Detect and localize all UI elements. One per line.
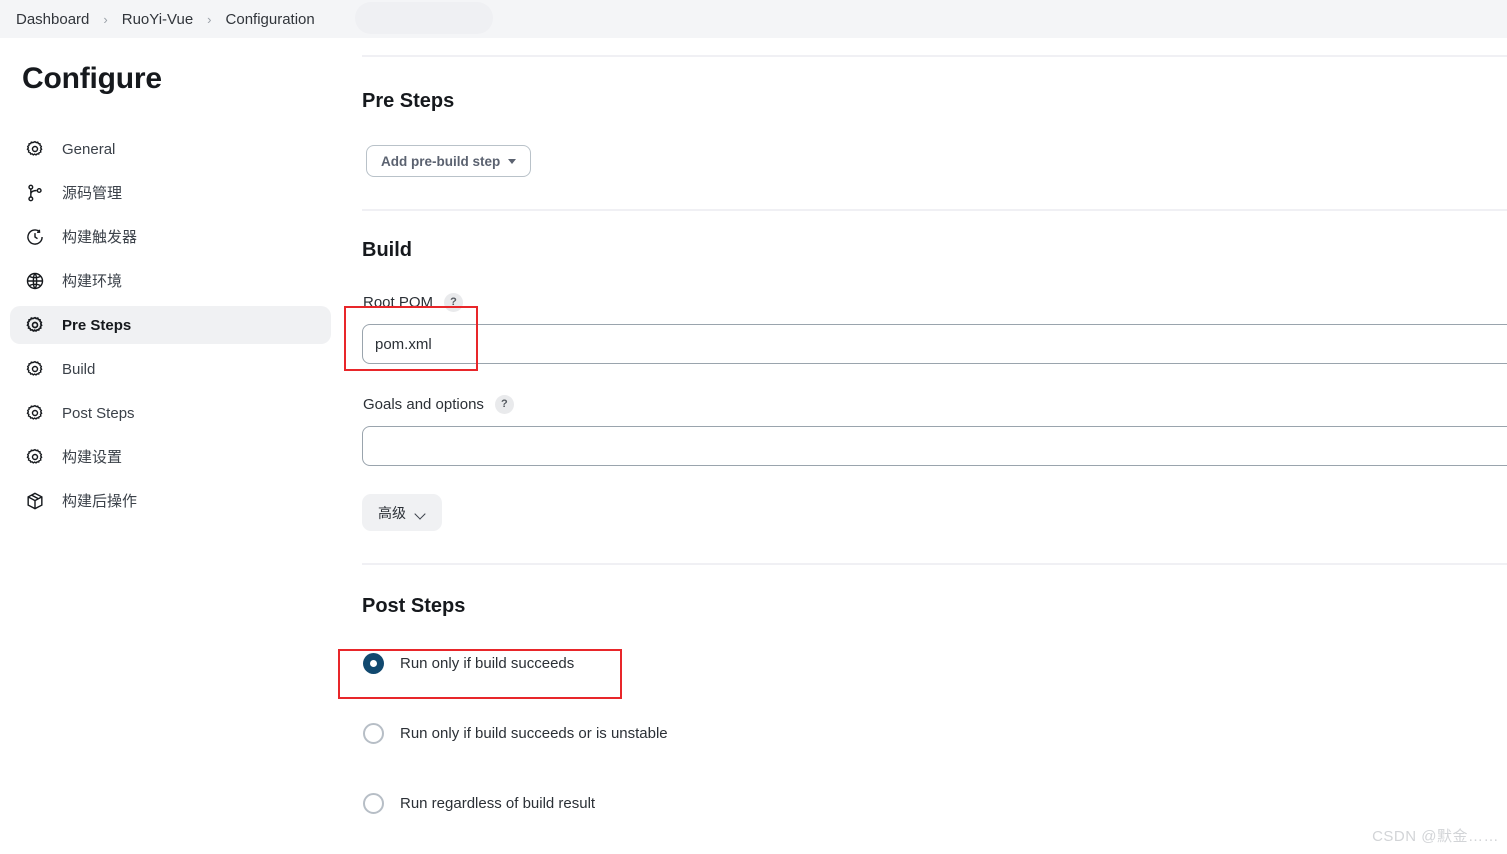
- sidebar-item-general[interactable]: General: [10, 130, 331, 168]
- add-pre-build-step-label: Add pre-build step: [381, 153, 501, 169]
- page-title: Configure: [22, 62, 162, 95]
- sidebar-item-label: 构建环境: [62, 272, 123, 290]
- radio-label: Run only if build succeeds or is unstabl…: [400, 725, 668, 742]
- help-icon[interactable]: ?: [494, 395, 514, 414]
- gear-icon: [24, 358, 46, 380]
- sidebar-nav: General 源码管理 构建触发器 构建环境 Pre Steps Build …: [0, 130, 345, 526]
- main-content: Pre Steps Add pre-build step Build Root …: [345, 38, 1507, 854]
- sidebar-item-build[interactable]: Build: [10, 350, 331, 388]
- sidebar-item-post-steps[interactable]: Post Steps: [10, 394, 331, 432]
- sidebar-item-label: 源码管理: [62, 184, 123, 202]
- sidebar-item-label: 构建后操作: [62, 492, 138, 510]
- sidebar-item-label: 构建触发器: [62, 228, 138, 246]
- sidebar-item-build-environment[interactable]: 构建环境: [10, 262, 331, 300]
- divider-build: [362, 209, 1507, 211]
- branch-icon: [24, 182, 46, 204]
- header-ghost-element: [355, 2, 493, 34]
- root-pom-label-row: Root POM ?: [363, 293, 464, 312]
- chevron-down-icon: [416, 510, 426, 516]
- section-title-post-steps: Post Steps: [362, 595, 466, 617]
- section-title-pre-steps: Pre Steps: [362, 90, 455, 112]
- radio-run-regardless[interactable]: Run regardless of build result: [363, 793, 595, 814]
- sidebar-item-build-settings[interactable]: 构建设置: [10, 438, 331, 476]
- sidebar: Configure General 源码管理 构建触发器 构建环境 Pre St…: [0, 38, 345, 854]
- radio-button-indicator[interactable]: [363, 653, 384, 674]
- section-title-build: Build: [362, 239, 412, 261]
- sidebar-item-source-management[interactable]: 源码管理: [10, 174, 331, 212]
- globe-icon: [24, 270, 46, 292]
- gear-icon: [24, 402, 46, 424]
- caret-down-icon: [508, 158, 517, 164]
- radio-run-if-succeeds[interactable]: Run only if build succeeds: [363, 653, 574, 674]
- root-pom-input[interactable]: [362, 324, 1507, 364]
- divider-post-steps: [362, 563, 1507, 565]
- radio-label: Run only if build succeeds: [400, 655, 575, 672]
- breadcrumb-item-job[interactable]: RuoYi-Vue: [114, 11, 201, 28]
- breadcrumb: Dashboard › RuoYi-Vue › Configuration: [8, 0, 323, 38]
- clock-icon: [24, 226, 46, 248]
- sidebar-item-label: Build: [62, 360, 96, 378]
- advanced-toggle-button[interactable]: 高级: [362, 494, 442, 531]
- breadcrumb-item-configuration[interactable]: Configuration: [218, 11, 323, 28]
- goals-and-options-label: Goals and options: [363, 396, 484, 413]
- add-pre-build-step-button[interactable]: Add pre-build step: [366, 145, 532, 177]
- watermark: CSDN @默金……: [1372, 828, 1499, 845]
- sidebar-item-post-build-actions[interactable]: 构建后操作: [10, 482, 331, 520]
- package-icon: [24, 490, 46, 512]
- radio-run-if-succeeds-or-unstable[interactable]: Run only if build succeeds or is unstabl…: [363, 723, 668, 744]
- sidebar-item-label: 构建设置: [62, 448, 123, 466]
- advanced-label: 高级: [378, 504, 406, 521]
- goals-label-row: Goals and options ?: [363, 395, 514, 414]
- radio-button-indicator[interactable]: [363, 793, 384, 814]
- chevron-right-icon: ›: [103, 11, 108, 27]
- help-icon[interactable]: ?: [444, 293, 464, 312]
- sidebar-item-label: General: [62, 140, 116, 158]
- sidebar-item-label: Post Steps: [62, 404, 135, 422]
- divider-top: [362, 55, 1507, 57]
- radio-label: Run regardless of build result: [400, 795, 596, 812]
- goals-and-options-input[interactable]: [362, 426, 1507, 466]
- radio-button-indicator[interactable]: [363, 723, 384, 744]
- gear-icon: [24, 314, 46, 336]
- gear-icon: [24, 446, 46, 468]
- breadcrumb-item-dashboard[interactable]: Dashboard: [8, 11, 97, 28]
- root-pom-label: Root POM: [363, 294, 434, 311]
- sidebar-item-build-triggers[interactable]: 构建触发器: [10, 218, 331, 256]
- gear-icon: [24, 138, 46, 160]
- sidebar-item-label: Pre Steps: [62, 316, 132, 334]
- chevron-right-icon: ›: [207, 11, 212, 27]
- sidebar-item-pre-steps[interactable]: Pre Steps: [10, 306, 331, 344]
